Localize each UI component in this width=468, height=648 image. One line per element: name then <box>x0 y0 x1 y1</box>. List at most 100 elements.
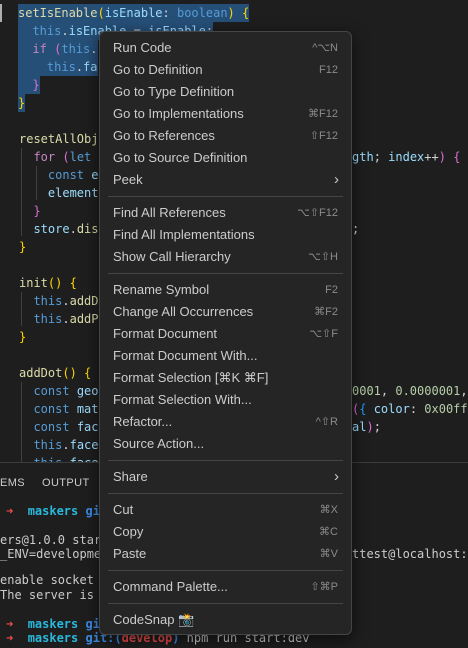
menu-item-label: Go to Implementations <box>113 106 244 121</box>
menu-item-label: CodeSnap 📸 <box>113 612 195 627</box>
menu-item-shortcut: ⌘F12 <box>308 108 338 120</box>
code-line: this.fa <box>18 58 98 76</box>
menu-item-shortcut: ⌥⇧H <box>308 251 338 263</box>
terminal-line: ttest@localhost:3 <box>352 547 468 561</box>
menu-item-shortcut: ⌘C <box>319 526 338 538</box>
menu-item-command-palette[interactable]: Command Palette... ⇧⌘P <box>104 576 347 598</box>
menu-item-label: Format Document With... <box>113 348 258 363</box>
menu-item-label: Go to Definition <box>113 62 203 77</box>
code-line: const e <box>47 168 99 182</box>
menu-separator <box>108 273 343 274</box>
code-line: } <box>19 240 27 254</box>
code-line: const mat <box>33 402 99 416</box>
menu-item-label: Refactor... <box>113 414 173 429</box>
menu-separator <box>108 196 343 197</box>
code-fragment: 0001, 0.0000001, <box>352 384 468 398</box>
menu-item-paste[interactable]: Paste ⌘V <box>104 543 347 565</box>
menu-item-cut[interactable]: Cut ⌘X <box>104 499 347 521</box>
code-fragment: ({ color: 0x00ff( <box>352 402 468 416</box>
menu-item-run-code[interactable]: Run Code ^⌥N <box>104 37 347 59</box>
terminal-line: _ENV=developme <box>0 547 102 561</box>
menu-item-label: Run Code <box>113 40 172 55</box>
menu-item-find-all-implementations[interactable]: Find All Implementations <box>104 224 347 246</box>
menu-item-shortcut: ⌥⇧F <box>309 328 338 340</box>
code-line: this.face <box>19 454 98 462</box>
code-line: for (let <box>33 150 92 164</box>
menu-item-shortcut: ⌘X <box>319 504 338 516</box>
menu-item-peek[interactable]: Peek › <box>104 169 347 191</box>
menu-item-label: Rename Symbol <box>113 282 210 297</box>
menu-item-shortcut: ⌘F2 <box>314 306 338 318</box>
code-fragment: ; <box>352 222 360 236</box>
menu-item-shortcut: F12 <box>319 64 338 76</box>
menu-separator <box>108 570 343 571</box>
menu-item-format-document[interactable]: Format Document ⌥⇧F <box>104 323 347 345</box>
menu-item-source-action[interactable]: Source Action... <box>104 433 347 455</box>
text-cursor <box>0 4 2 22</box>
menu-item-label: Format Document <box>113 326 218 341</box>
menu-item-go-to-definition[interactable]: Go to Definition F12 <box>104 59 347 81</box>
code-line: init() { <box>19 276 77 290</box>
menu-item-shortcut: ⌘V <box>319 548 338 560</box>
terminal-line: The server is <box>0 588 94 602</box>
menu-separator <box>108 603 343 604</box>
menu-item-format-document-with[interactable]: Format Document With... <box>104 345 347 367</box>
code-line: this.face <box>33 438 99 452</box>
menu-item-shortcut: ⌥⇧F12 <box>297 207 338 219</box>
code-line: const geo <box>33 384 99 398</box>
menu-item-format-selection-k-f[interactable]: Format Selection [⌘K ⌘F] <box>104 367 347 389</box>
terminal-line: ers@1.0.0 star <box>0 533 102 547</box>
code-line: } <box>18 76 40 94</box>
menu-item-label: Find All Implementations <box>113 227 255 242</box>
menu-item-shortcut: ⇧⌘P <box>310 581 338 593</box>
menu-separator <box>108 493 343 494</box>
menu-item-label: Show Call Hierarchy <box>113 249 231 264</box>
menu-item-change-all-occurrences[interactable]: Change All Occurrences ⌘F2 <box>104 301 347 323</box>
terminal-line: ➜ maskers git <box>6 504 108 518</box>
tab-problems[interactable]: EMS <box>0 477 25 489</box>
menu-item-format-selection-with[interactable]: Format Selection With... <box>104 389 347 411</box>
code-line: store.dis <box>33 222 99 236</box>
menu-item-share[interactable]: Share › <box>104 466 347 488</box>
code-line: } <box>18 94 26 112</box>
menu-item-go-to-source-definition[interactable]: Go to Source Definition <box>104 147 347 169</box>
menu-item-label: Source Action... <box>113 436 205 451</box>
code-line: } <box>19 330 27 344</box>
menu-item-label: Peek <box>113 172 143 187</box>
code-line: this.addD <box>33 294 99 308</box>
menu-item-rename-symbol[interactable]: Rename Symbol F2 <box>104 279 347 301</box>
menu-item-label: Command Palette... <box>113 579 228 594</box>
code-fragment: gth; index++) { <box>352 150 461 164</box>
menu-item-copy[interactable]: Copy ⌘C <box>104 521 347 543</box>
terminal-line: ➜ maskers git <box>6 617 108 631</box>
menu-item-label: Format Selection With... <box>113 392 252 407</box>
chevron-right-icon: › <box>334 468 339 485</box>
menu-item-label: Change All Occurrences <box>113 304 254 319</box>
menu-item-label: Go to Type Definition <box>113 84 235 99</box>
menu-item-label: Paste <box>113 546 147 561</box>
menu-item-go-to-references[interactable]: Go to References ⇧F12 <box>104 125 347 147</box>
menu-item-label: Format Selection [⌘K ⌘F] <box>113 370 269 385</box>
code-line: addDot() { <box>19 366 92 380</box>
menu-item-label: Go to Source Definition <box>113 150 248 165</box>
code-line: this.addP <box>33 312 99 326</box>
code-line: element <box>47 186 99 200</box>
menu-item-label: Find All References <box>113 205 226 220</box>
menu-item-shortcut: ^⌥N <box>312 42 338 54</box>
menu-item-show-call-hierarchy[interactable]: Show Call Hierarchy ⌥⇧H <box>104 246 347 268</box>
menu-item-shortcut: ⇧F12 <box>309 130 338 142</box>
menu-item-shortcut: F2 <box>325 284 338 296</box>
code-line: if (this. <box>18 40 98 58</box>
code-line: setIsEnable(isEnable: boolean) { <box>18 4 250 22</box>
terminal-line: enable socket <box>0 573 94 587</box>
menu-item-go-to-implementations[interactable]: Go to Implementations ⌘F12 <box>104 103 347 125</box>
menu-item-refactor[interactable]: Refactor... ^⇧R <box>104 411 347 433</box>
menu-item-label: Share <box>113 469 148 484</box>
menu-item-find-all-references[interactable]: Find All References ⌥⇧F12 <box>104 202 347 224</box>
menu-separator <box>108 460 343 461</box>
menu-item-label: Copy <box>113 524 144 539</box>
menu-item-codesnap[interactable]: CodeSnap 📸 <box>104 609 347 631</box>
menu-item-go-to-type-definition[interactable]: Go to Type Definition <box>104 81 347 103</box>
code-line: } <box>33 204 41 218</box>
tab-output[interactable]: OUTPUT <box>42 477 90 489</box>
